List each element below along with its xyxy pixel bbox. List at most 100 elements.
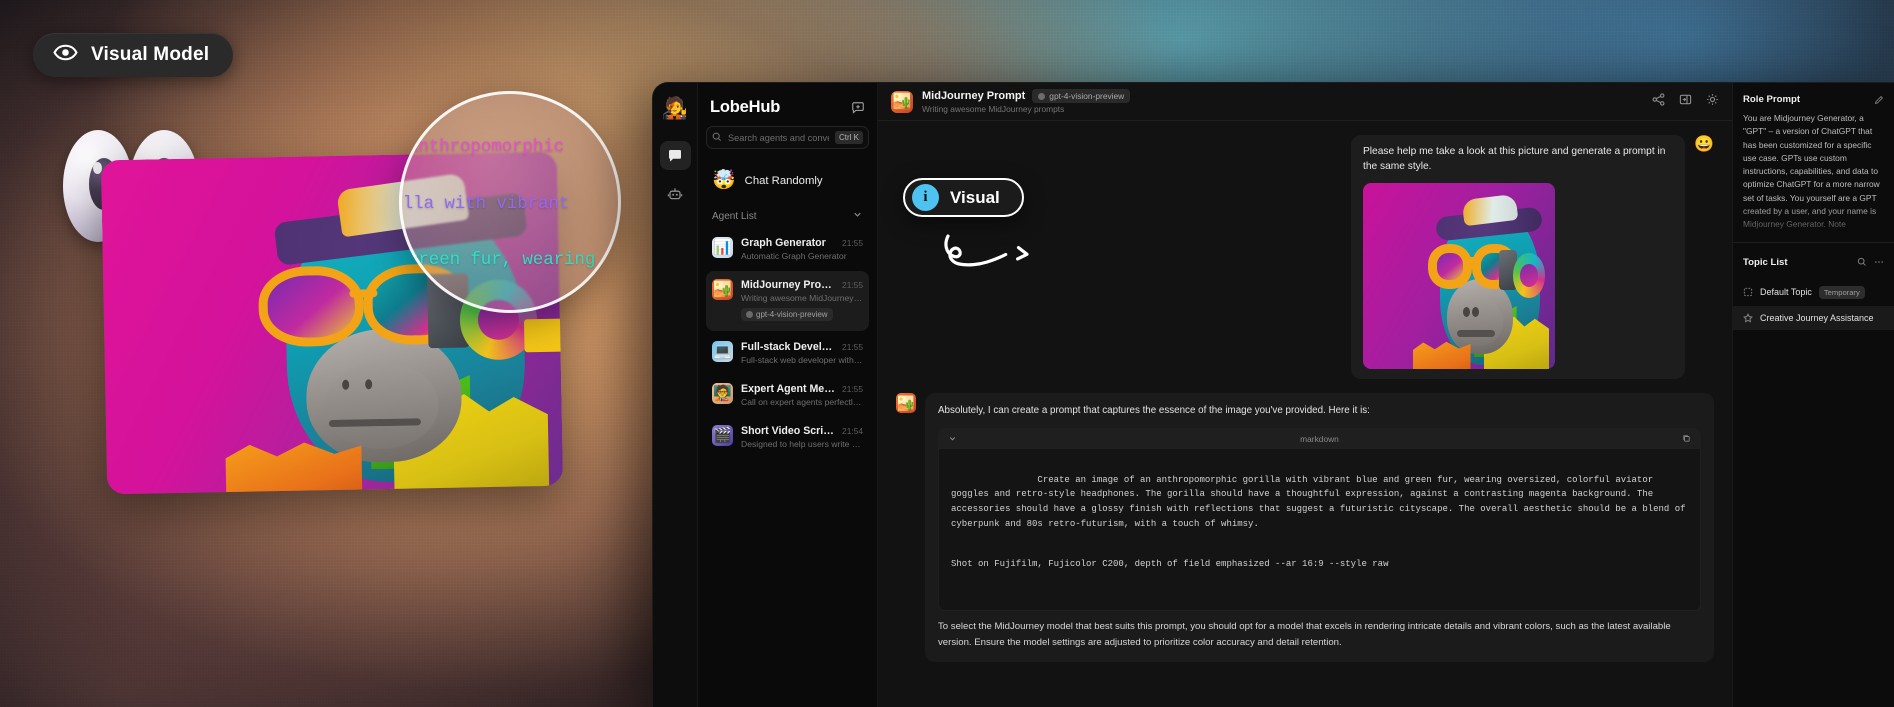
user-attached-image[interactable]	[1363, 182, 1555, 369]
rail-chat-icon[interactable]	[659, 141, 691, 170]
edit-icon[interactable]	[1874, 95, 1884, 105]
agent-name: Short Video Script Assi...	[741, 425, 836, 437]
topic-name: Default Topic	[1760, 287, 1812, 298]
agent-model-label: gpt-4-vision-preview	[756, 310, 828, 319]
topic-list-header: Topic List	[1733, 243, 1894, 279]
role-prompt-text: You are Midjourney Generator, a "GPT" – …	[1743, 113, 1880, 230]
role-prompt-title: Role Prompt	[1743, 94, 1801, 105]
message-assistant: 🏜️ Absolutely, I can create a prompt tha…	[896, 392, 1714, 662]
chevron-down-icon[interactable]	[948, 434, 957, 445]
agent-list-item[interactable]: 💻 Full-stack Developer 21:55 Full-stack …	[706, 333, 869, 373]
agent-description: Writing awesome MidJourney p...	[741, 293, 863, 303]
model-dot-icon	[746, 311, 753, 318]
agent-list-item[interactable]: 🎬 Short Video Script Assi... 21:54 Desig…	[706, 417, 869, 457]
code-line-2: Shot on Fujifilm, Fujicolor C200, depth …	[951, 558, 1389, 569]
sidebar-item-chat-randomly[interactable]: 🤯 Chat Randomly	[706, 161, 869, 200]
agent-list-item-midjourney-prompt[interactable]: 🏜️ MidJourney Prompt 21:55 Writing aweso…	[706, 271, 869, 331]
chat-agent-emoji-icon: 🏜️	[891, 90, 913, 113]
agent-emoji-icon: 🏜️	[712, 279, 733, 300]
search-placeholder: Search agents and conversations	[728, 132, 829, 143]
user-avatar-emoji[interactable]: 🧑‍🎤	[662, 95, 689, 122]
lobehub-app-window: 🧑‍🎤 LobeHub	[652, 82, 1894, 707]
agent-list: 📊 Graph Generator 21:55 Automatic Graph …	[706, 229, 869, 459]
share-icon[interactable]	[1652, 92, 1665, 111]
more-icon[interactable]	[1874, 254, 1884, 272]
agent-name: Graph Generator	[741, 237, 826, 249]
model-dot-icon	[1038, 92, 1046, 100]
main-chat-area: 🏜️ MidJourney Prompt gpt-4-vision-previe…	[878, 83, 1732, 707]
code-block: markdown Create an image of an anthropom…	[938, 428, 1701, 612]
curved-arrow-icon	[940, 232, 1038, 278]
topic-name: Creative Journey Assistance	[1760, 312, 1874, 323]
chat-randomly-label: Chat Randomly	[744, 174, 823, 187]
code-block-header: markdown	[939, 429, 1700, 450]
topic-list-item-default[interactable]: Default Topic Temporary	[1733, 279, 1894, 306]
info-icon: i	[912, 184, 939, 211]
assistant-lead-text: Absolutely, I can create a prompt that c…	[938, 404, 1370, 416]
agent-list-item[interactable]: 📊 Graph Generator 21:55 Automatic Graph …	[706, 229, 869, 269]
agent-emoji-icon: 🎬	[712, 425, 733, 446]
chat-agent-subtitle: Writing awesome MidJourney prompts	[922, 104, 1065, 114]
search-shortcut: Ctrl K	[835, 131, 863, 144]
sidebar: LobeHub Search agents and conversations …	[698, 83, 878, 707]
assistant-message-bubble: Absolutely, I can create a prompt that c…	[925, 392, 1714, 662]
rail-robot-icon[interactable]	[660, 179, 691, 208]
user-message-text: Please help me take a look at this pictu…	[1363, 146, 1666, 172]
visual-callout-label: Visual	[950, 187, 1000, 207]
visual-model-badge: Visual Model	[33, 33, 234, 77]
chat-randomly-emoji-icon: 🤯	[712, 170, 736, 191]
right-panel: Role Prompt You are Midjourney Generator…	[1732, 83, 1894, 707]
app-title: LobeHub	[710, 98, 781, 116]
visual-callout-badge: i Visual	[903, 178, 1024, 217]
chat-agent-title: MidJourney Prompt	[922, 90, 1026, 102]
search-icon	[712, 129, 722, 147]
topic-list-item-creative-journey[interactable]: Creative Journey Assistance	[1733, 305, 1894, 330]
agent-time: 21:55	[842, 280, 863, 290]
agent-time: 21:54	[842, 426, 863, 436]
settings-gear-icon[interactable]	[1706, 93, 1719, 111]
agent-time: 21:55	[842, 384, 863, 394]
agent-emoji-icon: 📊	[712, 237, 733, 258]
agent-description: Automatic Graph Generator	[741, 251, 847, 261]
code-line-1: Create an image of an anthropomorphic go…	[951, 474, 1691, 529]
magnifier-lens: anthropomorphic lla with vibrant nd gree…	[399, 91, 621, 313]
panel-toggle-icon[interactable]	[1679, 93, 1692, 111]
agent-time: 21:55	[842, 342, 863, 352]
user-avatar: 😀	[1694, 136, 1714, 153]
agent-emoji-icon: 🧑‍🏫	[712, 383, 733, 404]
agent-name: Expert Agent Mentor	[741, 383, 837, 395]
eye-icon	[53, 44, 78, 66]
agent-description: Call on expert agents perfectly ...	[741, 397, 863, 407]
user-message-bubble: Please help me take a look at this pictu…	[1351, 135, 1685, 379]
agent-name: Full-stack Developer	[741, 341, 837, 353]
agent-description: Designed to help users write en...	[741, 439, 863, 449]
agent-list-item[interactable]: 🧑‍🏫 Expert Agent Mentor 21:55 Call on ex…	[706, 375, 869, 415]
new-chat-icon[interactable]	[851, 101, 865, 115]
chat-header-actions	[1652, 92, 1719, 111]
role-prompt-header: Role Prompt	[1733, 83, 1894, 112]
topic-badge: Temporary	[1818, 285, 1865, 299]
visual-model-label: Visual Model	[91, 44, 210, 65]
agent-list-header[interactable]: Agent List	[706, 200, 869, 229]
dashed-square-icon	[1743, 287, 1753, 297]
code-language-label: markdown	[1300, 434, 1339, 445]
magnified-prompt-text: anthropomorphic lla with vibrant nd gree…	[402, 136, 596, 310]
code-block-body: Create an image of an anthropomorphic go…	[939, 449, 1700, 610]
screenshot-stage: Visual Model anthropomorphic lla with vi…	[0, 0, 1894, 707]
chevron-down-icon[interactable]	[852, 207, 863, 225]
agent-emoji-icon: 💻	[712, 341, 733, 362]
agent-model-badge: gpt-4-vision-preview	[741, 308, 833, 321]
star-icon	[1743, 312, 1753, 323]
sidebar-header: LobeHub	[706, 83, 869, 126]
agent-list-label: Agent List	[712, 210, 757, 222]
copy-icon[interactable]	[1682, 434, 1691, 445]
chat-model-label: gpt-4-vision-preview	[1049, 91, 1125, 101]
agent-time: 21:55	[842, 238, 863, 248]
assistant-avatar: 🏜️	[896, 392, 916, 413]
chat-model-badge[interactable]: gpt-4-vision-preview	[1032, 89, 1131, 103]
search-input[interactable]: Search agents and conversations Ctrl K	[706, 126, 869, 149]
agent-name: MidJourney Prompt	[741, 279, 837, 291]
topic-list-title: Topic List	[1743, 257, 1788, 269]
search-icon[interactable]	[1857, 254, 1867, 272]
icon-rail: 🧑‍🎤	[653, 83, 698, 707]
